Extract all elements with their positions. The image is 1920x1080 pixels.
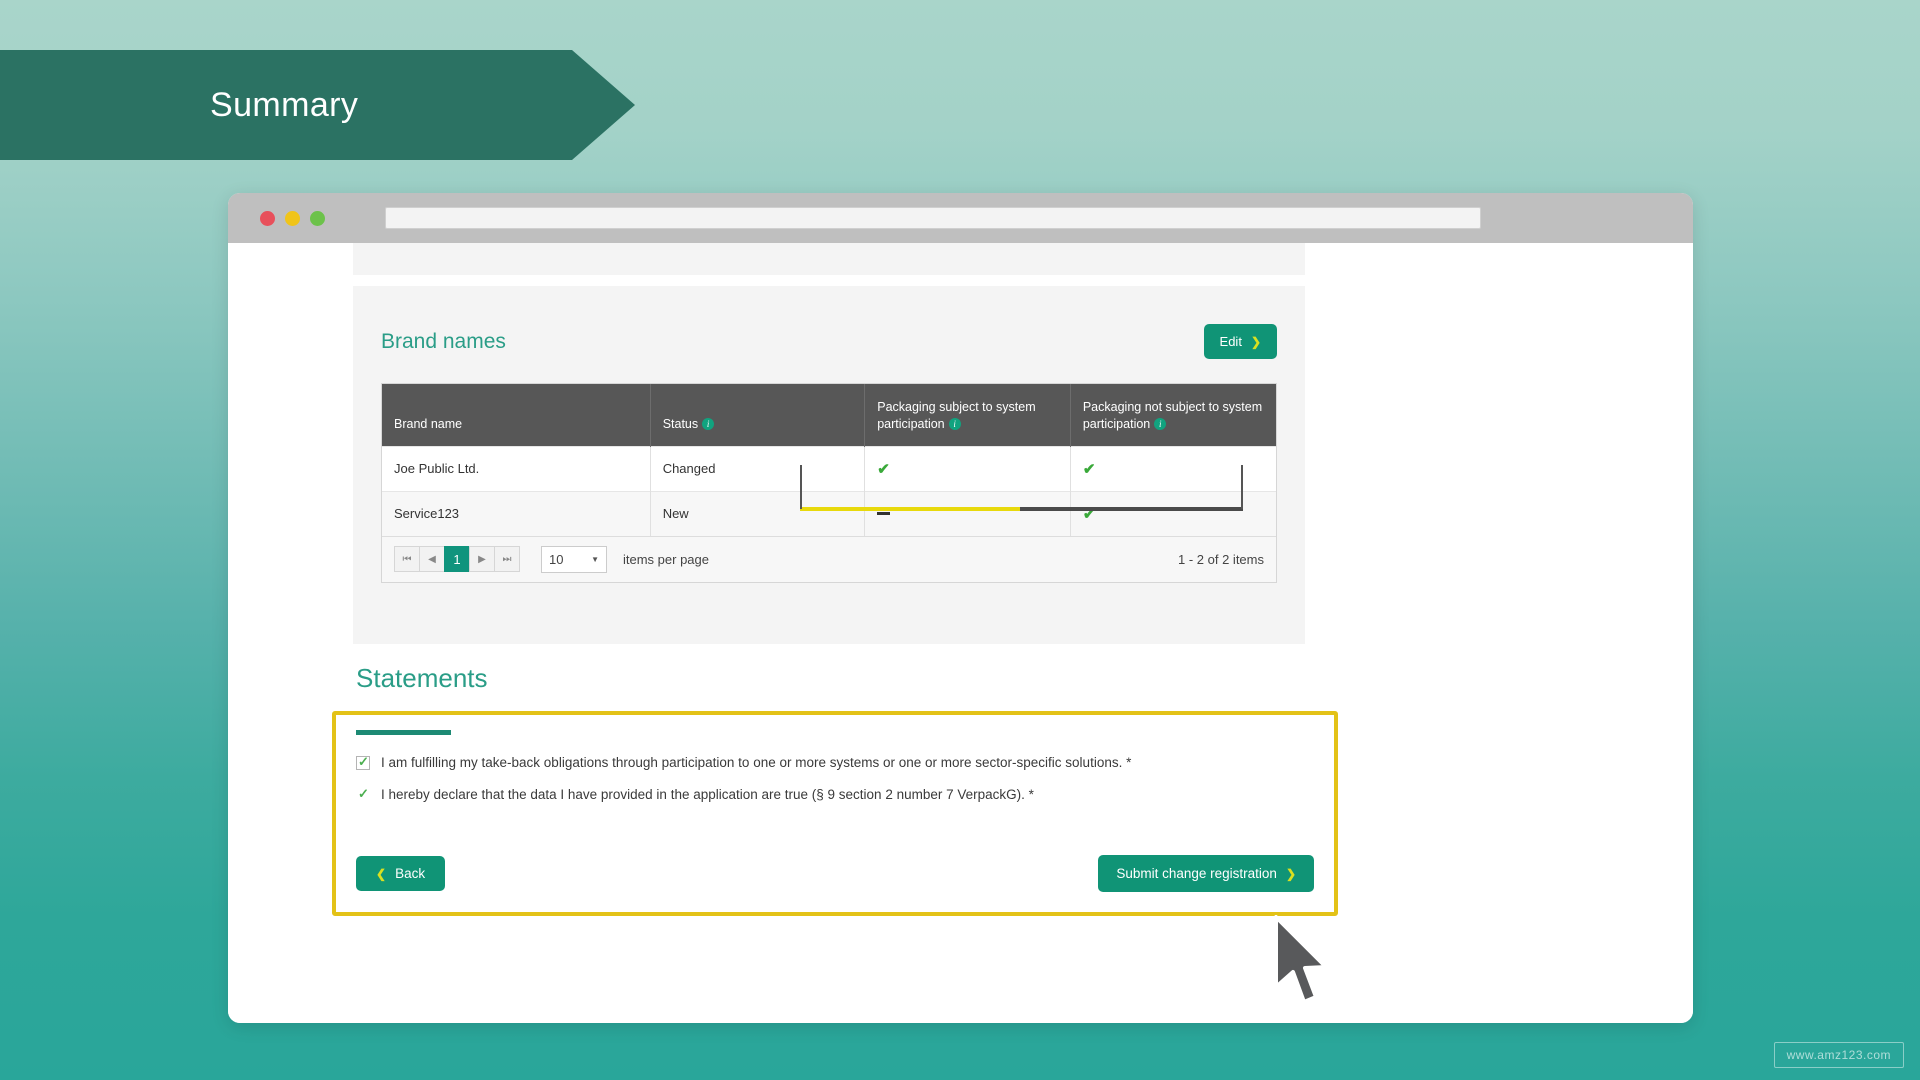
panel-above-brand-names (353, 243, 1305, 275)
back-button[interactable]: ❮ Back (356, 856, 446, 891)
brand-names-table: Brand name Status i Packaging subject to … (382, 384, 1276, 536)
statements-section: Statements (353, 663, 1305, 694)
traffic-lights (260, 210, 325, 226)
statements-title: Statements (356, 663, 488, 693)
screenshot-root: Summary Brand names Edit ❯ Brand name St… (0, 0, 1920, 1080)
annotation-divider-left (800, 465, 802, 509)
column-header-packaging-not-subject[interactable]: Packaging not subject to system particip… (1070, 384, 1276, 446)
submit-change-registration-button[interactable]: Submit change registration ❯ (1098, 855, 1314, 892)
cell-status: Changed (650, 445, 866, 491)
cell-status: New (650, 490, 866, 536)
pager-range-label: 1 - 2 of 2 items (1178, 551, 1264, 567)
statements-footer-buttons: ❮ Back Submit change registration ❯ (356, 855, 1314, 892)
cell-packaging-not-subject: ✔ (1070, 490, 1276, 536)
statements-list: I am fulfilling my take-back obligations… (356, 754, 1306, 819)
statements-accent-rule (356, 730, 451, 735)
annotation-underline-dark (1020, 507, 1243, 511)
page-title: Summary (210, 85, 359, 124)
table-row: Service123 New ✔ (382, 490, 1276, 536)
page-size-select[interactable]: 10 ▼ (541, 545, 607, 573)
info-icon[interactable]: i (1154, 417, 1167, 430)
statement-checkbox-1[interactable] (356, 754, 370, 770)
pager-prev-button[interactable]: ◀ (419, 546, 445, 572)
info-icon[interactable]: i (702, 417, 715, 430)
chevron-right-icon: ❯ (1250, 334, 1261, 349)
statement-checkbox-2[interactable] (356, 786, 370, 803)
edit-button[interactable]: Edit ❯ (1203, 324, 1277, 359)
brand-names-header: Brand names Edit ❯ (353, 286, 1305, 359)
cell-packaging-subject: ✔ (864, 445, 1071, 491)
watermark: www.amz123.com (1773, 1042, 1904, 1068)
column-header-status[interactable]: Status i (650, 384, 866, 446)
summary-banner: Summary (0, 50, 635, 160)
back-button-label: Back (395, 866, 426, 881)
close-window-icon[interactable] (260, 210, 275, 226)
chevron-left-icon: ❮ (376, 866, 387, 881)
browser-chrome (228, 193, 1693, 243)
cell-packaging-subject (864, 490, 1071, 536)
brand-names-panel: Brand names Edit ❯ Brand name Status i P… (353, 286, 1305, 644)
cell-brand-name: Service123 (382, 490, 651, 536)
statement-item: I hereby declare that the data I have pr… (356, 786, 1306, 803)
brand-names-table-wrapper: Brand name Status i Packaging subject to … (381, 383, 1277, 583)
table-pager: ⏮ ◀ 1 ▶ ⏭ 10 ▼ items per page 1 - 2 of 2… (382, 535, 1276, 582)
table-header-row: Brand name Status i Packaging subject to … (382, 384, 1276, 446)
page-viewport: Brand names Edit ❯ Brand name Status i P… (228, 243, 1693, 1023)
page-size-label: items per page (623, 551, 709, 567)
address-bar-input[interactable] (385, 207, 1481, 229)
check-icon: ✔ (877, 460, 890, 478)
statement-label-1: I am fulfilling my take-back obligations… (381, 755, 1132, 770)
chevron-right-icon: ❯ (1285, 866, 1296, 881)
brand-names-title: Brand names (381, 329, 506, 353)
table-body: Joe Public Ltd. Changed ✔ ✔ Service123 N… (382, 445, 1276, 536)
pager-page-1-button[interactable]: 1 (444, 546, 470, 572)
cell-packaging-not-subject: ✔ (1070, 445, 1276, 491)
maximize-window-icon[interactable] (310, 210, 325, 226)
table-row: Joe Public Ltd. Changed ✔ ✔ (382, 445, 1276, 491)
pager-last-button[interactable]: ⏭ (494, 546, 520, 572)
chevron-down-icon: ▼ (591, 554, 599, 564)
column-header-packaging-subject[interactable]: Packaging subject to system participatio… (864, 384, 1071, 446)
statement-item: I am fulfilling my take-back obligations… (356, 754, 1306, 771)
check-icon: ✔ (1082, 460, 1096, 478)
table-head: Brand name Status i Packaging subject to … (382, 384, 1276, 446)
column-header-brand-name[interactable]: Brand name (382, 384, 651, 446)
info-icon[interactable]: i (948, 417, 961, 430)
annotation-underline-yellow (800, 507, 1020, 511)
browser-window: Brand names Edit ❯ Brand name Status i P… (228, 193, 1693, 1023)
statement-label-2: I hereby declare that the data I have pr… (381, 787, 1034, 803)
annotation-divider-right (1241, 465, 1243, 509)
minimize-window-icon[interactable] (285, 210, 300, 226)
submit-button-label: Submit change registration (1116, 866, 1277, 881)
edit-button-label: Edit (1219, 334, 1242, 349)
pager-next-button[interactable]: ▶ (469, 546, 495, 572)
pager-first-button[interactable]: ⏮ (394, 546, 420, 572)
page-size-value: 10 (549, 551, 564, 567)
cell-brand-name: Joe Public Ltd. (382, 445, 651, 491)
dash-icon (877, 512, 891, 515)
